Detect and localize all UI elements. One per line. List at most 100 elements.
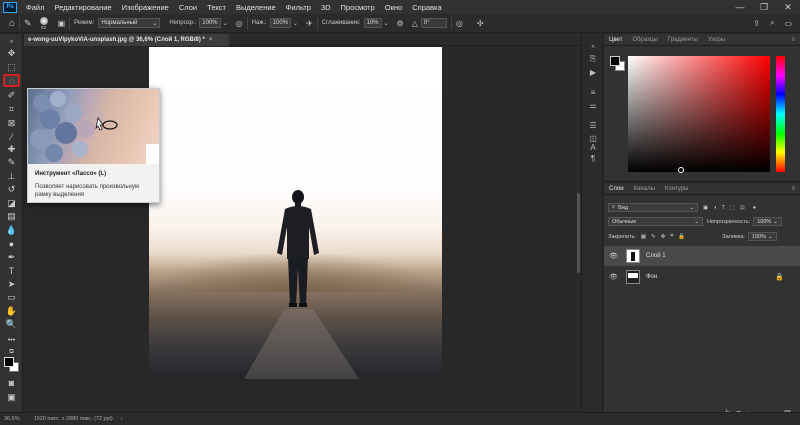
pen-tool-icon[interactable]: ✒: [5, 252, 18, 263]
minimize-button[interactable]: —: [728, 2, 752, 13]
workspace-icon[interactable]: ▭: [784, 19, 792, 28]
panel-menu-icon[interactable]: ≡: [786, 186, 800, 192]
eye-icon[interactable]: 👁: [609, 252, 619, 260]
screen-mode-icon[interactable]: ▣: [5, 392, 18, 403]
document-canvas-image[interactable]: [149, 47, 442, 379]
toolbar-collapse-icon[interactable]: »: [5, 36, 18, 47]
layer-row-layer1[interactable]: 👁 Слой 1: [604, 246, 800, 266]
menu-3d[interactable]: 3D: [316, 3, 336, 12]
layer-name[interactable]: Фон: [646, 274, 657, 280]
lock-artboard-icon[interactable]: ⌗: [670, 233, 673, 240]
brush-tool-icon[interactable]: ✎: [24, 18, 32, 29]
flow-slider-icon[interactable]: ⌄: [293, 20, 298, 27]
eraser-tool-icon[interactable]: ◪: [5, 198, 18, 209]
pressure-size-icon[interactable]: ◎: [456, 19, 463, 28]
vertical-scrollbar-thumb[interactable]: [577, 193, 580, 273]
frame-tool-icon[interactable]: ⊠: [5, 118, 18, 129]
quick-selection-tool-icon[interactable]: ✐: [5, 90, 18, 101]
close-button[interactable]: ✕: [776, 2, 800, 13]
symmetry-icon[interactable]: ✣: [477, 19, 484, 28]
lock-image-icon[interactable]: ✎: [651, 234, 656, 240]
foreground-color-swatch[interactable]: [4, 357, 14, 367]
blend-mode-dropdown[interactable]: Обычные ⌄: [608, 217, 703, 226]
menu-edit[interactable]: Редактирование: [49, 3, 116, 12]
pressure-opacity-icon[interactable]: ◎: [236, 19, 243, 28]
brush-tool-icon[interactable]: ✎: [5, 157, 18, 168]
tab-swatches[interactable]: Образцы: [627, 37, 662, 43]
adjustments-panel-icon[interactable]: ⚌: [587, 100, 599, 110]
dodge-tool-icon[interactable]: ●: [5, 238, 18, 249]
filter-type-icon[interactable]: T: [722, 205, 725, 211]
history-panel-icon[interactable]: ⎘: [587, 54, 599, 64]
blur-tool-icon[interactable]: 💧: [5, 225, 18, 236]
share-icon[interactable]: ⇪: [753, 19, 760, 28]
layer-filter-dropdown[interactable]: ⌕ Вид ⌄: [608, 203, 698, 212]
tab-layers[interactable]: Слои: [604, 186, 629, 192]
opacity-input[interactable]: 100%: [199, 18, 221, 28]
actions-panel-icon[interactable]: ▶: [587, 67, 599, 77]
tab-gradients[interactable]: Градиенты: [663, 37, 703, 43]
marquee-tool-icon[interactable]: ⬚: [5, 62, 18, 73]
chevron-right-icon[interactable]: ›: [121, 416, 123, 422]
menu-filter[interactable]: Фильтр: [281, 3, 316, 12]
fill-input[interactable]: 100% ⌄: [747, 232, 777, 241]
filter-adjustment-icon[interactable]: ◑: [713, 205, 716, 211]
filter-shape-icon[interactable]: ⬚: [730, 205, 735, 211]
gradient-tool-icon[interactable]: ▤: [5, 211, 18, 222]
character-panel-icon[interactable]: A: [587, 142, 599, 152]
eye-icon[interactable]: 👁: [609, 273, 619, 281]
foreground-color[interactable]: [610, 56, 620, 66]
photoshop-logo[interactable]: Ps: [3, 1, 17, 13]
menu-view[interactable]: Просмотр: [336, 3, 380, 12]
opacity-slider-icon[interactable]: ⌄: [223, 20, 228, 27]
home-icon[interactable]: ⌂: [9, 18, 15, 29]
menu-type[interactable]: Текст: [202, 3, 231, 12]
stamp-tool-icon[interactable]: ⊥: [5, 171, 18, 182]
tab-color[interactable]: Цвет: [604, 37, 627, 43]
smoothing-slider-icon[interactable]: ⌄: [384, 20, 389, 27]
more-tools-icon[interactable]: •••: [5, 335, 18, 346]
hue-slider[interactable]: [776, 56, 785, 172]
move-tool-icon[interactable]: ✥: [5, 48, 18, 59]
lock-transparent-icon[interactable]: ▦: [641, 234, 646, 240]
layer-opacity-input[interactable]: 100% ⌄: [753, 217, 782, 226]
lock-icon[interactable]: 🔒: [775, 273, 784, 281]
maximize-button[interactable]: ❐: [752, 2, 776, 13]
menu-file[interactable]: Файл: [21, 3, 49, 12]
document-info[interactable]: 1920 пикс. x 2880 пикс. (72 ppi): [34, 416, 113, 422]
smoothing-settings-icon[interactable]: ⚙: [397, 19, 404, 28]
type-tool-icon[interactable]: T: [5, 265, 18, 276]
smoothing-input[interactable]: 10%: [363, 18, 382, 28]
menu-select[interactable]: Выделение: [231, 3, 281, 12]
libraries-panel-icon[interactable]: ☰: [587, 120, 599, 130]
path-selection-tool-icon[interactable]: ➤: [5, 279, 18, 290]
zoom-level[interactable]: 36,6%: [4, 416, 20, 422]
filter-pixel-icon[interactable]: ▣: [703, 205, 708, 211]
menu-layers[interactable]: Слои: [174, 3, 202, 12]
healing-brush-tool-icon[interactable]: ✚: [5, 144, 18, 155]
zoom-tool-icon[interactable]: 🔍: [5, 319, 18, 330]
flow-input[interactable]: 100%: [269, 18, 292, 28]
brush-preset-picker[interactable]: 62: [39, 16, 48, 30]
close-tab-icon[interactable]: ×: [209, 37, 213, 43]
angle-input[interactable]: 0°: [420, 18, 447, 28]
lock-all-icon[interactable]: 🔒: [678, 234, 685, 240]
menu-help[interactable]: Справка: [407, 3, 446, 12]
paragraph-panel-icon[interactable]: ¶: [587, 153, 599, 163]
brush-settings-icon[interactable]: ▣: [58, 19, 66, 28]
history-brush-tool-icon[interactable]: ↺: [5, 184, 18, 195]
mode-dropdown[interactable]: Нормальный ⌄: [98, 18, 161, 28]
layer-name[interactable]: Слой 1: [646, 253, 666, 259]
crop-tool-icon[interactable]: ⌗: [5, 104, 18, 115]
filter-toggle-icon[interactable]: ●: [753, 205, 756, 211]
color-picker-field[interactable]: [628, 56, 770, 173]
document-tab[interactable]: e-wong-uuVlpykoViA-unsplash.jpg @ 36,6% …: [24, 34, 229, 46]
lasso-tool-icon[interactable]: ◌: [3, 74, 20, 87]
layer-row-background[interactable]: 👁 Фон 🔒: [604, 267, 800, 287]
tab-patterns[interactable]: Узоры: [703, 37, 730, 43]
menu-window[interactable]: Окно: [380, 3, 407, 12]
menu-image[interactable]: Изображение: [117, 3, 174, 12]
search-icon[interactable]: ⌕: [770, 18, 774, 28]
tab-channels[interactable]: Каналы: [629, 186, 660, 192]
panel-collapse-icon[interactable]: «: [587, 42, 599, 52]
